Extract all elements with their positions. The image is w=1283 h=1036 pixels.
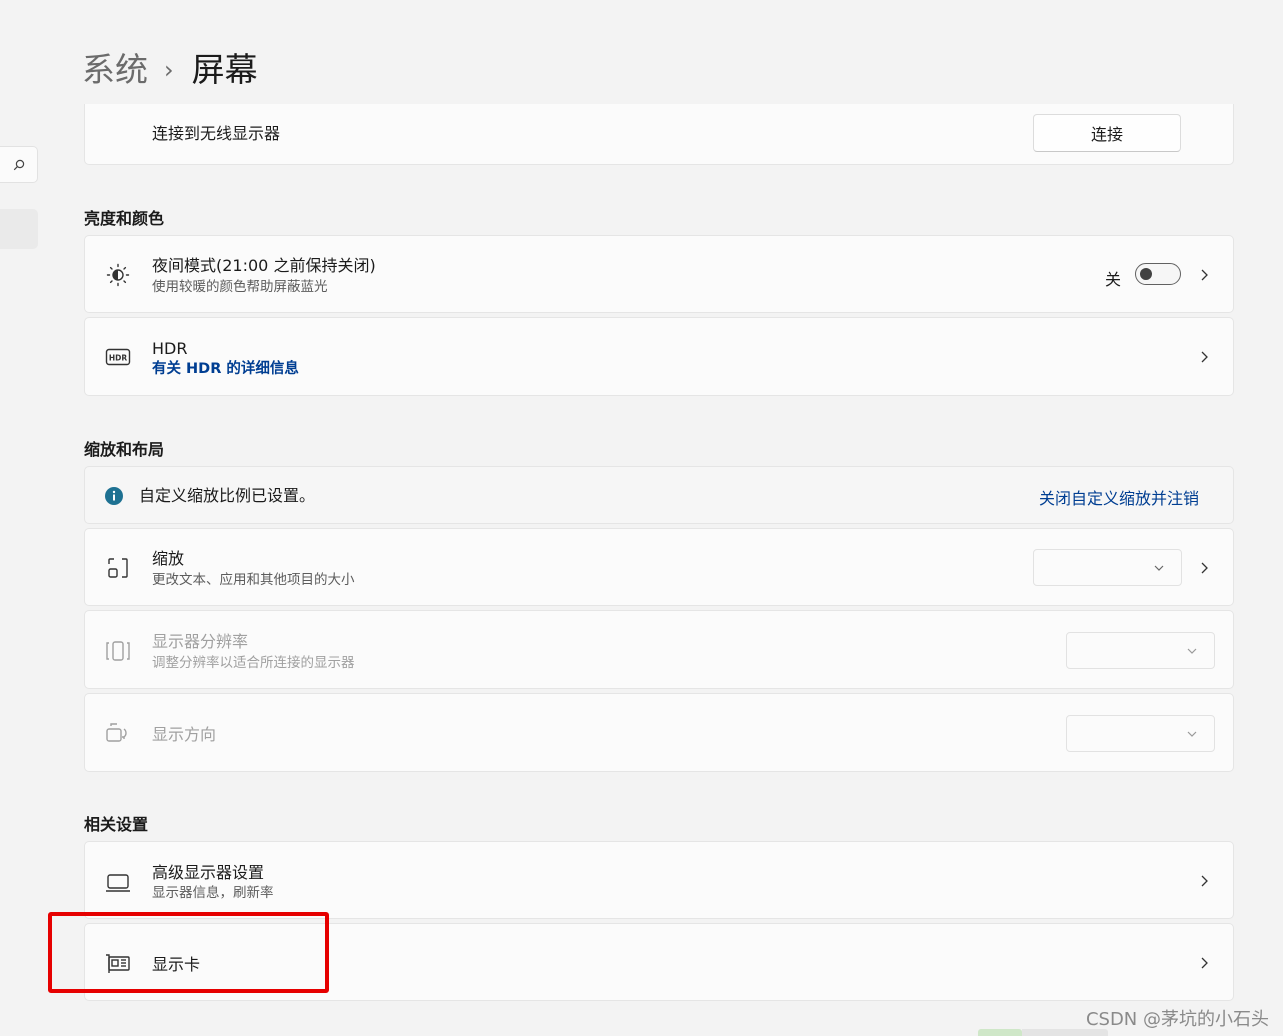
connect-button[interactable]: 连接 bbox=[1033, 114, 1181, 152]
chevron-right-icon bbox=[1201, 957, 1208, 969]
hdr-icon: HDR bbox=[105, 344, 131, 370]
info-icon bbox=[101, 483, 127, 509]
wireless-display-card: 连接到无线显示器 连接 bbox=[84, 104, 1234, 165]
sidebar-search-box[interactable] bbox=[0, 146, 38, 183]
hdr-card[interactable]: HDR HDR 有关 HDR 的详细信息 bbox=[84, 317, 1234, 396]
resolution-subtitle: 调整分辨率以适合所连接的显示器 bbox=[152, 655, 355, 671]
section-related-settings: 相关设置 bbox=[84, 815, 149, 834]
graphics-card-icon bbox=[105, 951, 131, 977]
orientation-dropdown bbox=[1066, 715, 1215, 752]
chevron-down-icon bbox=[1154, 565, 1164, 571]
custom-scale-message: 自定义缩放比例已设置。 bbox=[139, 486, 316, 505]
resolution-icon bbox=[105, 638, 131, 664]
sidebar-selected-item[interactable] bbox=[0, 209, 38, 249]
scale-title: 缩放 bbox=[152, 549, 185, 568]
night-light-card[interactable]: 夜间模式(21:00 之前保持关闭) 使用较暖的颜色帮助屏蔽蓝光 关 bbox=[84, 235, 1234, 313]
resolution-dropdown bbox=[1066, 632, 1215, 669]
custom-scale-info-bar: 自定义缩放比例已设置。 关闭自定义缩放并注销 bbox=[84, 466, 1234, 524]
scale-card[interactable]: 缩放 更改文本、应用和其他项目的大小 bbox=[84, 528, 1234, 606]
graphics-title: 显示卡 bbox=[152, 955, 201, 974]
bottom-strip bbox=[1022, 1029, 1108, 1036]
breadcrumb-separator: › bbox=[164, 56, 174, 84]
hdr-title: HDR bbox=[152, 339, 188, 358]
chevron-down-icon bbox=[1187, 731, 1197, 737]
scale-dropdown[interactable] bbox=[1033, 549, 1182, 586]
chevron-right-icon bbox=[1201, 562, 1208, 574]
monitor-icon bbox=[105, 869, 131, 895]
scale-icon bbox=[105, 555, 131, 581]
bottom-strip bbox=[978, 1029, 1022, 1036]
search-icon bbox=[13, 159, 25, 170]
advanced-display-card[interactable]: 高级显示器设置 显示器信息，刷新率 bbox=[84, 841, 1234, 919]
night-light-title: 夜间模式(21:00 之前保持关闭) bbox=[152, 256, 376, 275]
night-light-subtitle: 使用较暖的颜色帮助屏蔽蓝光 bbox=[152, 279, 328, 295]
hdr-info-link[interactable]: 有关 HDR 的详细信息 bbox=[152, 360, 299, 378]
chevron-right-icon bbox=[1201, 269, 1208, 281]
scale-subtitle: 更改文本、应用和其他项目的大小 bbox=[152, 572, 355, 588]
advanced-display-title: 高级显示器设置 bbox=[152, 863, 265, 882]
advanced-display-subtitle: 显示器信息，刷新率 bbox=[152, 885, 274, 901]
page-title: 屏幕 bbox=[191, 50, 258, 89]
resolution-card: 显示器分辨率 调整分辨率以适合所连接的显示器 bbox=[84, 610, 1234, 689]
section-brightness-color: 亮度和颜色 bbox=[84, 209, 165, 228]
svg-text:HDR: HDR bbox=[109, 354, 128, 363]
orientation-icon bbox=[105, 720, 131, 746]
graphics-card[interactable]: 显示卡 bbox=[84, 923, 1234, 1001]
breadcrumb: 系统 › 屏幕 bbox=[82, 48, 258, 92]
turn-off-custom-scale-link[interactable]: 关闭自定义缩放并注销 bbox=[1039, 485, 1199, 509]
wireless-display-label: 连接到无线显示器 bbox=[152, 124, 281, 143]
orientation-title: 显示方向 bbox=[152, 725, 217, 744]
chevron-right-icon bbox=[1201, 875, 1208, 887]
resolution-title: 显示器分辨率 bbox=[152, 632, 249, 651]
night-light-toggle[interactable] bbox=[1135, 263, 1181, 285]
breadcrumb-parent[interactable]: 系统 bbox=[82, 48, 148, 92]
orientation-card: 显示方向 bbox=[84, 693, 1234, 772]
chevron-right-icon bbox=[1201, 351, 1208, 363]
section-scale-layout: 缩放和布局 bbox=[84, 440, 165, 459]
watermark: CSDN @茅坑的小石头 bbox=[1085, 1009, 1269, 1030]
chevron-down-icon bbox=[1187, 648, 1197, 654]
night-light-state-label: 关 bbox=[1104, 270, 1121, 289]
brightness-icon bbox=[105, 262, 131, 288]
